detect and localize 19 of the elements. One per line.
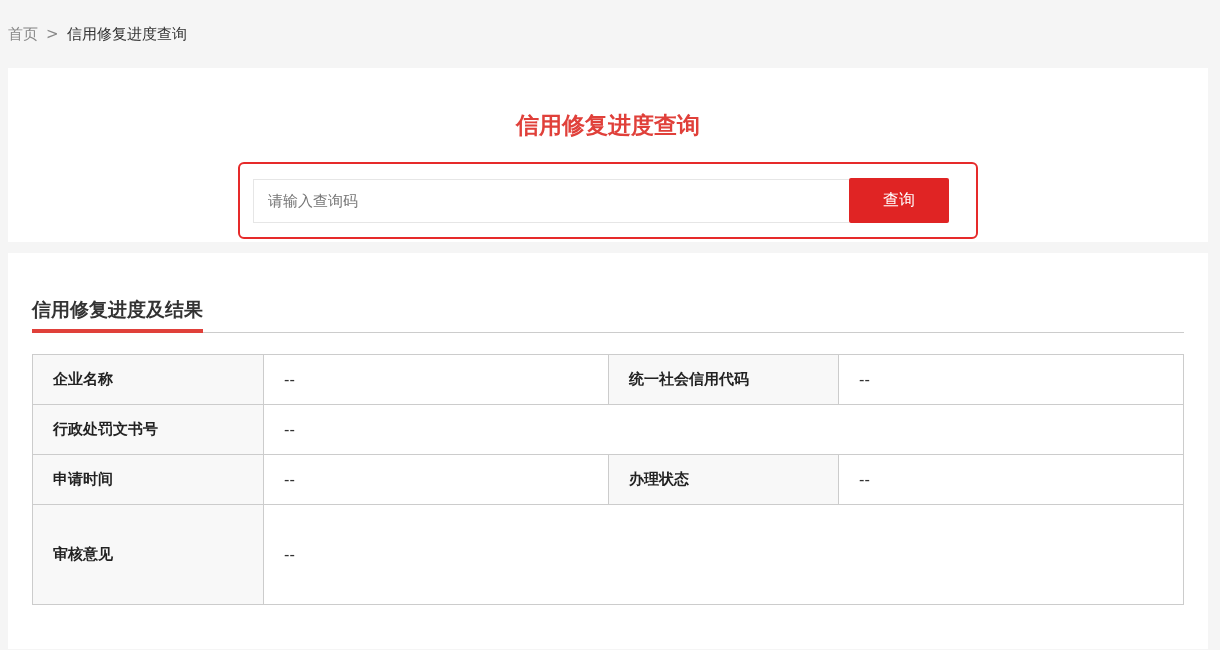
field-value: --	[263, 504, 1184, 605]
breadcrumb-separator: >	[46, 25, 59, 43]
field-label: 审核意见	[32, 504, 264, 605]
field-value: --	[263, 454, 609, 505]
field-label: 办理状态	[608, 454, 839, 505]
search-button[interactable]: 查询	[849, 178, 949, 223]
breadcrumb-link[interactable]: 首页	[8, 24, 38, 44]
field-value: --	[263, 404, 1184, 455]
field-label: 统一社会信用代码	[608, 354, 839, 405]
search-field[interactable]: 请输入查询码	[253, 178, 849, 223]
field-label: 行政处罚文书号	[32, 404, 264, 455]
field-value: --	[263, 354, 609, 405]
field-value: --	[838, 354, 1184, 405]
breadcrumb-current: 信用修复进度查询	[66, 24, 187, 44]
page-title: 信用修复进度查询	[516, 111, 700, 140]
field-label: 企业名称	[32, 354, 264, 405]
section-heading: 信用修复进度及结果	[32, 297, 203, 333]
field-label: 申请时间	[32, 454, 264, 505]
field-value: --	[838, 454, 1184, 505]
